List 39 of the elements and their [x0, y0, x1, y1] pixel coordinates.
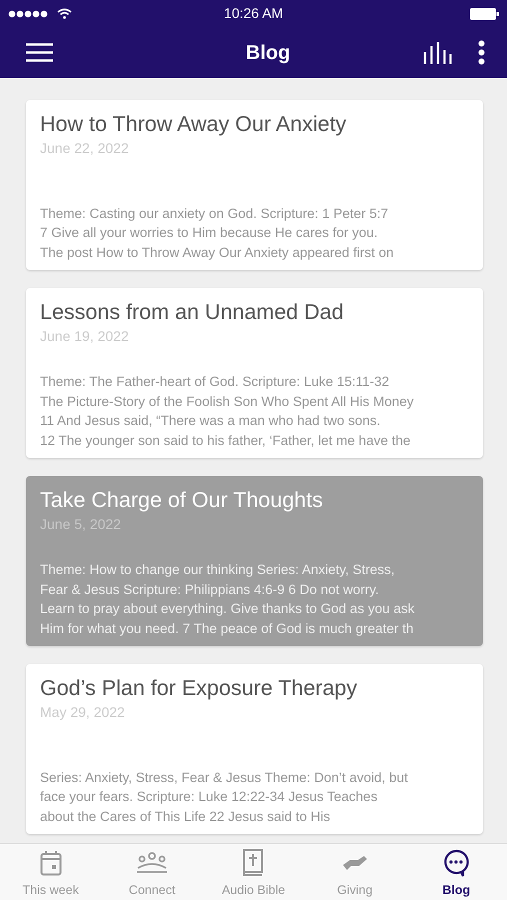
equalizer-icon[interactable]	[423, 42, 452, 64]
calendar-icon	[40, 850, 62, 876]
post-excerpt-line: 12 The younger son said to his father, ‘Father, let me have the	[40, 432, 412, 450]
page-title: Blog	[246, 40, 290, 66]
tab-bar-item[interactable]: Connect	[102, 844, 203, 900]
post-excerpt-line: Series: Anxiety, Stress, Fear & Jesus Theme: Don’t avoid, but	[40, 768, 409, 787]
post-excerpt-line: Learn to pray about everything. Give thanks to God as you ask	[40, 600, 416, 618]
post-excerpt-line: Theme: The Father-heart of God. Scripture: Luke 15:11-32	[40, 373, 390, 391]
wifi-icon	[57, 8, 72, 19]
post-title: Lessons from an Unnamed Dad	[40, 299, 345, 326]
post-title: How to Throw Away Our Anxiety	[40, 111, 348, 138]
post-card[interactable]	[26, 664, 483, 834]
post-excerpt-line: face your fears. Scripture: Luke 12:22-34 Jesus Teaches	[40, 788, 378, 806]
post-excerpt-line: Theme: Casting our anxiety on God. Scripture: 1 Peter 5:7	[40, 204, 390, 223]
post-excerpt-line: 11 And Jesus said, “There was a man who had two sons.	[40, 412, 382, 430]
post-excerpt-line: Him for what you need. 7 The peace of God is much greater th	[40, 620, 414, 638]
bible-icon	[242, 849, 264, 877]
tab-bar-item[interactable]: Blog	[406, 844, 507, 900]
post-card[interactable]	[26, 288, 483, 458]
post-excerpt-line: Theme: How to change our thinking Series: Anxiety, Stress,	[40, 561, 396, 579]
menu-icon[interactable]	[26, 43, 53, 62]
post-excerpt-line: The Picture-Story of the Foolish Son Who Spent All His Money	[40, 392, 415, 411]
post-title: Take Charge of Our Thoughts	[40, 487, 324, 514]
post-excerpt-line: about the Cares of This Life 22 Jesus said to His	[40, 808, 332, 826]
battery-icon	[470, 8, 499, 20]
post-excerpt-line: The post How to Throw Away Our Anxiety appeared first on	[40, 244, 395, 262]
giving-hand-icon	[342, 855, 368, 871]
post-excerpt-line: Fear & Jesus Scripture: Philippians 4:6-9 6 Do not worry.	[40, 580, 380, 599]
post-title: God’s Plan for Exposure Therapy	[40, 675, 358, 702]
post-card[interactable]	[26, 100, 483, 270]
post-excerpt-line: 7 Give all your worries to Him because He cares for you.	[40, 224, 379, 242]
chat-bubble-icon	[443, 849, 470, 877]
people-group-icon	[136, 852, 168, 874]
tab-bar-item[interactable]: Giving	[304, 844, 406, 900]
status-time: 10:26 AM	[224, 4, 284, 23]
post-card[interactable]	[26, 476, 483, 646]
tab-bar-item[interactable]: This week	[0, 844, 102, 900]
tab-bar-item[interactable]: Audio Bible	[202, 844, 304, 900]
more-options-icon[interactable]	[478, 40, 485, 65]
